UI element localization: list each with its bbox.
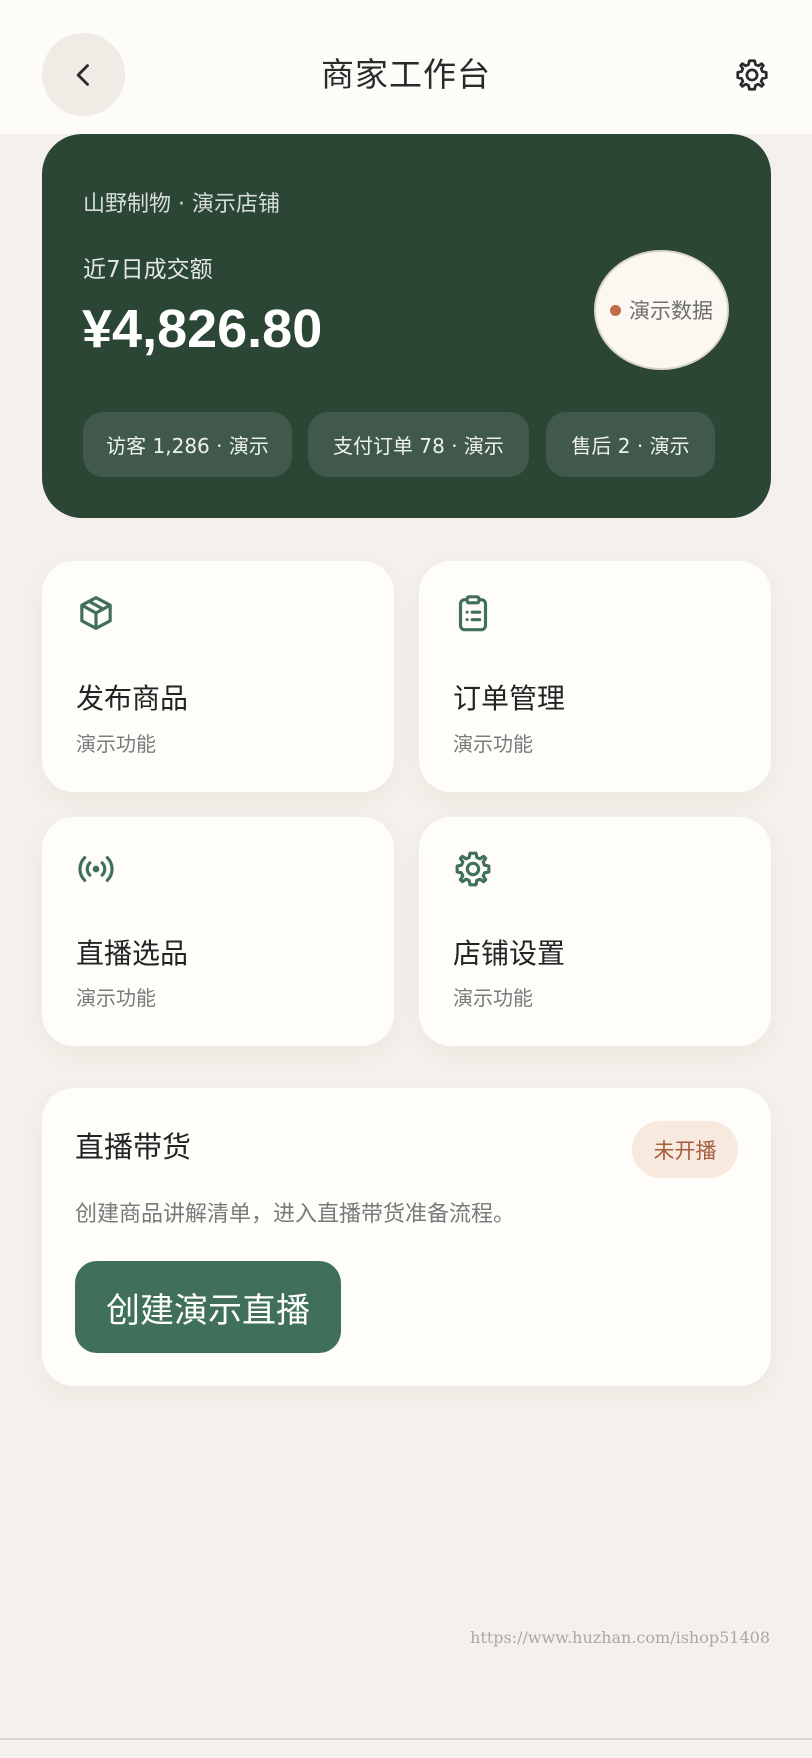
- page-title: 商家工作台: [321, 55, 491, 94]
- aftersales-stat: 售后 2 · 演示: [546, 412, 715, 477]
- feature-title: 订单管理: [453, 682, 566, 715]
- broadcast-icon: [78, 856, 114, 882]
- feature-title: 直播选品: [76, 937, 189, 970]
- demo-data-badge: 演示数据: [594, 250, 729, 370]
- settings-button[interactable]: [732, 55, 772, 95]
- feature-card-live-selection[interactable]: 直播选品 演示功能: [42, 817, 394, 1046]
- feature-card-publish[interactable]: 发布商品 演示功能: [42, 561, 394, 792]
- create-live-button[interactable]: 创建演示直播: [75, 1261, 341, 1353]
- orders-stat: 支付订单 78 · 演示: [308, 412, 529, 477]
- live-status-badge: 未开播: [632, 1121, 738, 1178]
- live-description: 创建商品讲解清单，进入直播带货准备流程。: [75, 1202, 516, 1227]
- sales-amount: ¥4,826.80: [82, 299, 323, 359]
- store-name: 山野制物 · 演示店铺: [83, 192, 280, 217]
- feature-subtitle: 演示功能: [453, 732, 533, 756]
- demo-badge-label: 演示数据: [629, 299, 713, 323]
- watermark-url: https://www.huzhan.com/ishop51408: [470, 1628, 770, 1647]
- sales-label: 近7日成交额: [83, 257, 213, 283]
- visitors-stat-label: 访客 1,286 · 演示: [106, 434, 269, 458]
- feature-subtitle: 演示功能: [76, 732, 156, 756]
- gear-icon: [455, 851, 491, 887]
- feature-card-orders[interactable]: 订单管理 演示功能: [419, 561, 771, 792]
- top-bar: 商家工作台: [0, 0, 812, 134]
- clipboard-icon: [458, 595, 488, 632]
- aftersales-stat-label: 售后 2 · 演示: [571, 434, 690, 458]
- sales-summary-card: 山野制物 · 演示店铺 近7日成交额 ¥4,826.80 演示数据 访客 1,2…: [42, 134, 771, 518]
- live-title: 直播带货: [75, 1130, 192, 1164]
- gear-icon: [736, 59, 768, 91]
- box-icon: [80, 596, 112, 630]
- feature-title: 发布商品: [76, 682, 189, 715]
- feature-title: 店铺设置: [453, 937, 566, 970]
- orders-stat-label: 支付订单 78 · 演示: [333, 434, 504, 458]
- feature-subtitle: 演示功能: [453, 986, 533, 1010]
- feature-subtitle: 演示功能: [76, 986, 156, 1010]
- bottom-divider: [0, 1738, 812, 1740]
- status-dot-icon: [610, 304, 621, 316]
- visitors-stat: 访客 1,286 · 演示: [83, 412, 292, 477]
- live-commerce-card: 直播带货 未开播 创建商品讲解清单，进入直播带货准备流程。 创建演示直播: [42, 1088, 771, 1386]
- feature-card-store-settings[interactable]: 店铺设置 演示功能: [419, 817, 771, 1046]
